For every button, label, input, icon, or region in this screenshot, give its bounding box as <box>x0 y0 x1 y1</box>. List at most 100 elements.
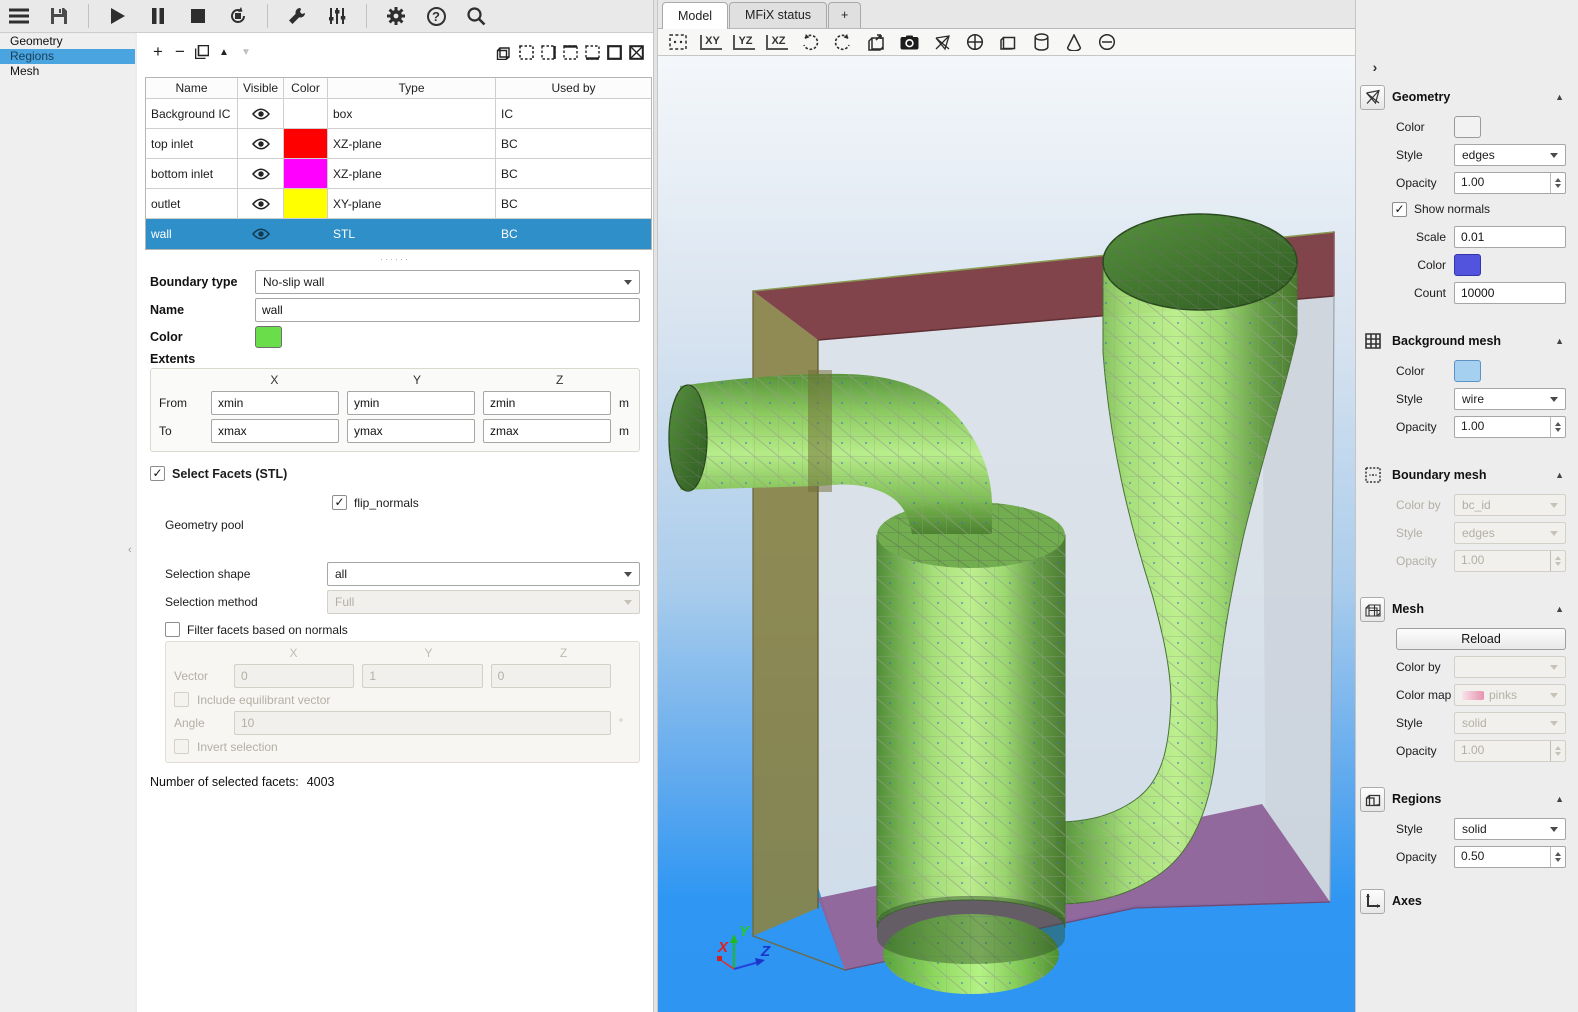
collapse-arrow-icon[interactable]: ▲ <box>1555 794 1564 804</box>
move-up-button[interactable]: ▲ <box>213 41 235 63</box>
flip-normals-checkbox[interactable] <box>332 495 347 510</box>
region-shape-box-icon[interactable] <box>493 41 515 63</box>
region-color-cell[interactable] <box>284 159 328 188</box>
table-row[interactable]: outlet XY-plane BC <box>146 189 651 219</box>
table-row-selected[interactable]: wall STL BC <box>146 219 651 249</box>
geometry-stl-icon[interactable] <box>1360 85 1385 110</box>
from-y-field[interactable] <box>347 391 475 415</box>
visibility-eye-icon[interactable] <box>238 99 284 128</box>
region-shape-point-icon[interactable] <box>515 41 537 63</box>
col-header-used-by[interactable]: Used by <box>496 78 651 98</box>
screenshot-camera-icon[interactable] <box>897 31 921 53</box>
geometry-style-select[interactable]: edges <box>1454 144 1566 166</box>
save-icon[interactable] <box>46 3 72 29</box>
spin-buttons[interactable] <box>1550 173 1565 193</box>
region-shape-solid-icon[interactable] <box>603 41 625 63</box>
section-regions-header[interactable]: Regions ▲ <box>1360 786 1566 812</box>
toggle-geometry-icon[interactable] <box>930 31 954 53</box>
toggle-cone-icon[interactable] <box>1062 31 1086 53</box>
visibility-eye-icon[interactable] <box>238 219 284 249</box>
region-color-cell[interactable] <box>284 219 328 249</box>
rotate-left-icon[interactable] <box>798 31 822 53</box>
section-boundary-mesh-header[interactable]: Boundary mesh ▲ <box>1360 462 1566 488</box>
toggle-normals-icon[interactable] <box>963 31 987 53</box>
view-yz-button[interactable]: YZ <box>732 31 756 53</box>
from-z-field[interactable] <box>483 391 611 415</box>
help-icon[interactable]: ? <box>423 3 449 29</box>
3d-canvas[interactable]: Y X Z <box>658 56 1355 1012</box>
settings-gear-icon[interactable] <box>383 3 409 29</box>
table-row[interactable]: bottom inlet XZ-plane BC <box>146 159 651 189</box>
sidebar-collapse-button[interactable]: › <box>1366 58 1384 76</box>
spin-buttons[interactable] <box>1550 417 1565 437</box>
col-header-color[interactable]: Color <box>284 78 328 98</box>
move-down-button[interactable]: ▼ <box>235 41 257 63</box>
region-color-cell[interactable] <box>284 99 328 128</box>
col-header-type[interactable]: Type <box>328 78 496 98</box>
tab-new[interactable]: + <box>828 2 861 28</box>
view-xz-button[interactable]: XZ <box>765 31 789 53</box>
background-mesh-style-select[interactable]: wire <box>1454 388 1566 410</box>
collapse-arrow-icon[interactable]: ▲ <box>1555 470 1564 480</box>
col-header-name[interactable]: Name <box>146 78 238 98</box>
section-mesh-header[interactable]: Mesh ▲ <box>1360 596 1566 622</box>
background-mesh-opacity-spinner[interactable]: 1.00 <box>1454 416 1566 438</box>
show-normals-checkbox[interactable] <box>1392 202 1407 217</box>
from-x-field[interactable] <box>211 391 339 415</box>
col-header-visible[interactable]: Visible <box>238 78 284 98</box>
tab-model[interactable]: Model <box>662 2 728 29</box>
mesh-cube-icon[interactable] <box>1360 597 1385 622</box>
toggle-disc-icon[interactable] <box>1095 31 1119 53</box>
add-region-button[interactable]: + <box>147 41 169 63</box>
wrench-icon[interactable] <box>284 3 310 29</box>
region-shape-stl-icon[interactable] <box>625 41 647 63</box>
visibility-eye-icon[interactable] <box>238 189 284 218</box>
section-geometry-header[interactable]: Geometry ▲ <box>1360 84 1566 110</box>
sliders-icon[interactable] <box>324 3 350 29</box>
collapse-arrow-icon[interactable]: ▲ <box>1555 336 1564 346</box>
boundary-type-select[interactable]: No-slip wall <box>255 270 640 294</box>
select-facets-checkbox[interactable] <box>150 466 165 481</box>
view-xy-button[interactable]: XY <box>699 31 723 53</box>
section-axes-header[interactable]: Axes <box>1360 888 1566 914</box>
regions-style-select[interactable]: solid <box>1454 818 1566 840</box>
stop-icon[interactable] <box>185 3 211 29</box>
geometry-opacity-spinner[interactable]: 1.00 <box>1454 172 1566 194</box>
normals-color-button[interactable] <box>1454 254 1481 276</box>
geometry-color-button[interactable] <box>1454 116 1481 138</box>
table-row[interactable]: top inlet XZ-plane BC <box>146 129 651 159</box>
tab-mfix-status[interactable]: MFiX status <box>729 2 827 28</box>
splitter-handle[interactable]: ······ <box>137 252 653 266</box>
remove-region-button[interactable]: − <box>169 41 191 63</box>
region-color-cell[interactable] <box>284 189 328 218</box>
region-shape-xz-plane-icon[interactable] <box>559 41 581 63</box>
region-shape-xy-plane-icon[interactable] <box>581 41 603 63</box>
region-name-field[interactable] <box>255 298 640 322</box>
toggle-cylinder-icon[interactable] <box>1029 31 1053 53</box>
collapse-arrow-icon[interactable]: ▲ <box>1555 604 1564 614</box>
normals-scale-field[interactable] <box>1454 226 1566 248</box>
collapse-arrow-icon[interactable]: ▲ <box>1555 92 1564 102</box>
table-row[interactable]: Background IC box IC <box>146 99 651 129</box>
spin-buttons[interactable] <box>1550 847 1565 867</box>
section-background-mesh-header[interactable]: Background mesh ▲ <box>1360 328 1566 354</box>
search-icon[interactable] <box>463 3 489 29</box>
reset-view-icon[interactable] <box>666 31 690 53</box>
sidebar-item-regions[interactable]: Regions <box>0 49 135 64</box>
nav-collapse-handle[interactable]: ‹ <box>128 544 132 556</box>
region-color-button[interactable] <box>255 326 282 348</box>
reset-icon[interactable] <box>225 3 251 29</box>
sidebar-item-geometry[interactable]: Geometry <box>0 34 135 49</box>
toggle-box-icon[interactable] <box>996 31 1020 53</box>
visibility-eye-icon[interactable] <box>238 129 284 158</box>
selection-shape-select[interactable]: all <box>327 562 640 586</box>
regions-box-icon[interactable] <box>1360 787 1385 812</box>
region-shape-yz-plane-icon[interactable] <box>537 41 559 63</box>
mesh-reload-button[interactable]: Reload <box>1396 628 1566 650</box>
menu-icon[interactable] <box>6 3 32 29</box>
duplicate-region-button[interactable] <box>191 41 213 63</box>
visibility-eye-icon[interactable] <box>238 159 284 188</box>
region-color-cell[interactable] <box>284 129 328 158</box>
background-mesh-color-button[interactable] <box>1454 360 1481 382</box>
to-z-field[interactable] <box>483 419 611 443</box>
